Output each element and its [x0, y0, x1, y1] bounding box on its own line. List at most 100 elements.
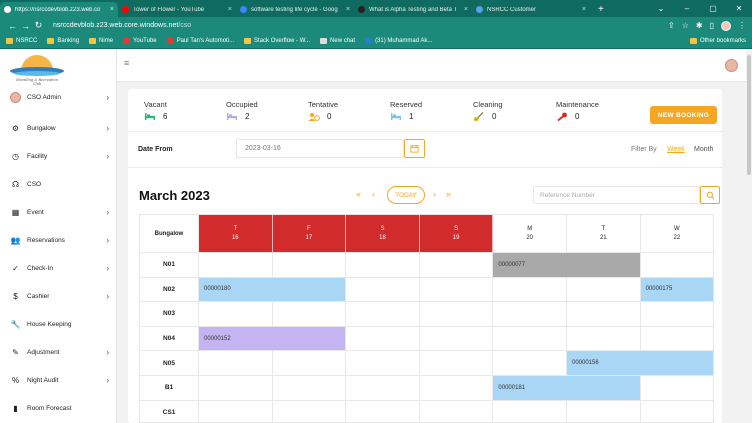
sidebar-item-facility[interactable]: ◷ Facility › — [0, 146, 117, 166]
reload-icon[interactable]: ↻ — [32, 20, 45, 31]
tab-close-icon[interactable]: × — [582, 6, 586, 13]
bookmark-item[interactable]: (31) Muhammad Ak... — [365, 38, 432, 44]
calendar-cell[interactable] — [346, 302, 420, 327]
calendar-cell[interactable] — [493, 351, 567, 376]
browser-tab[interactable]: NSRCC Customer × — [472, 2, 590, 17]
forward-icon[interactable]: → — [19, 21, 32, 31]
sidebar-item-reservations[interactable]: 👥 Reservations › — [0, 230, 117, 250]
browser-tab[interactable]: https://nsrccdevblob.z23.web.co × — [0, 2, 118, 17]
calendar-cell[interactable] — [346, 351, 420, 376]
sidebar-item-room-forecast[interactable]: ▮ Room Forecast — [0, 398, 117, 418]
calendar-cell[interactable] — [199, 376, 273, 401]
chevron-down-icon[interactable]: ⌄ — [648, 4, 674, 13]
calendar-cell[interactable] — [346, 253, 420, 278]
calendar-cell[interactable] — [419, 326, 494, 352]
calendar-cell[interactable] — [199, 302, 273, 327]
calendar-cell[interactable] — [273, 400, 347, 422]
filter-month-option[interactable]: Month — [694, 146, 713, 153]
calendar-cell[interactable] — [567, 302, 641, 327]
bookmark-item[interactable]: Banking — [47, 38, 79, 44]
calendar-cell[interactable] — [419, 351, 494, 376]
tab-close-icon[interactable]: × — [110, 6, 114, 13]
browser-tab[interactable]: What is Alpha Testing and Beta T × — [354, 2, 472, 17]
calendar-cell[interactable] — [272, 351, 347, 376]
booking-block[interactable]: 00000077 — [493, 253, 640, 277]
share-icon[interactable]: ⇪ — [668, 21, 675, 30]
other-bookmarks[interactable]: Other bookmarks — [689, 38, 746, 44]
tab-close-icon[interactable]: × — [228, 6, 232, 13]
star-icon[interactable]: ☆ — [682, 21, 689, 30]
calendar-cell[interactable] — [199, 351, 273, 376]
calendar-cell[interactable] — [641, 401, 713, 422]
bookmark-item[interactable]: Paul Tan's Automoti... — [166, 38, 234, 44]
extensions-icon[interactable]: ✱ — [696, 21, 703, 30]
date-from-input[interactable]: 2023-03-16 — [236, 139, 404, 158]
calendar-cell[interactable] — [493, 277, 567, 303]
browser-tab[interactable]: Tower of Flower - YouTube × — [118, 2, 236, 17]
sidebar-item-house-keeping[interactable]: 🔧 House Keeping — [0, 314, 117, 334]
sidebar-item-check-in[interactable]: ✓ Check-In › — [0, 258, 117, 278]
calendar-cell[interactable] — [199, 400, 273, 422]
filter-week-option[interactable]: Week — [667, 146, 685, 153]
calendar-cell[interactable] — [272, 253, 347, 278]
calendar-cell[interactable] — [567, 326, 641, 352]
bookmark-item[interactable]: YouTube — [123, 38, 157, 44]
tab-close-icon[interactable]: × — [346, 6, 350, 13]
calendar-picker-button[interactable] — [404, 139, 425, 158]
calendar-cell[interactable] — [419, 253, 494, 278]
menu-icon[interactable]: ⋮ — [738, 21, 746, 30]
calendar-cell[interactable] — [346, 277, 420, 303]
calendar-cell[interactable] — [346, 326, 420, 352]
calendar-cell[interactable] — [493, 302, 567, 327]
calendar-cell[interactable] — [640, 302, 713, 327]
double-chevron-left-icon[interactable]: « — [356, 189, 361, 199]
booking-block[interactable]: 00000181 — [493, 376, 640, 400]
chevron-right-icon[interactable]: › — [433, 189, 436, 199]
calendar-cell[interactable] — [272, 376, 347, 401]
minimize-icon[interactable]: – — [674, 4, 700, 13]
double-chevron-right-icon[interactable]: » — [446, 189, 451, 199]
maximize-icon[interactable]: ▢ — [700, 4, 726, 13]
calendar-cell[interactable] — [493, 400, 567, 422]
calendar-cell[interactable] — [419, 302, 494, 327]
calendar-cell[interactable] — [567, 277, 641, 303]
sidebar-item-adjustment[interactable]: ✎ Adjustment › — [0, 342, 117, 362]
sidebar-item-cso[interactable]: ☊ CSO — [0, 174, 117, 194]
bookmark-item[interactable]: New chat — [320, 38, 355, 44]
booking-block[interactable]: 00000156 — [567, 351, 713, 375]
chevron-left-icon[interactable]: ‹ — [372, 189, 375, 199]
calendar-cell[interactable] — [567, 400, 641, 422]
page-scrollbar[interactable] — [746, 49, 752, 423]
calendar-cell[interactable] — [419, 376, 494, 401]
user-avatar[interactable] — [725, 59, 738, 72]
sidebar-item-event[interactable]: ▦ Event › — [0, 202, 117, 222]
today-button[interactable]: TODAY — [387, 186, 425, 204]
tab-close-icon[interactable]: × — [464, 6, 468, 13]
new-tab-button[interactable]: + — [590, 2, 612, 17]
calendar-cell[interactable] — [346, 400, 420, 422]
bookmark-item[interactable]: Nime — [89, 38, 113, 44]
new-booking-button[interactable]: NEW BOOKING — [650, 106, 717, 124]
sidepanel-icon[interactable]: ▯ — [710, 21, 714, 30]
back-icon[interactable]: ← — [6, 21, 19, 31]
calendar-cell[interactable] — [493, 326, 567, 352]
address-bar[interactable]: nsrccdevblob.z23.web.core.windows.net/cs… — [53, 22, 191, 29]
calendar-cell[interactable] — [419, 277, 494, 303]
sidebar-admin[interactable]: CSO Admin › — [0, 87, 117, 107]
booking-block[interactable]: 00000180 — [199, 277, 346, 302]
reference-number-input[interactable]: Reference Number — [533, 186, 700, 204]
calendar-cell[interactable] — [640, 253, 713, 278]
calendar-cell[interactable] — [420, 400, 494, 422]
sidebar-item-bungalow[interactable]: ⚙ Bungalow › — [0, 118, 117, 138]
bookmark-item[interactable]: NSRCC — [6, 38, 37, 44]
calendar-cell[interactable] — [199, 253, 273, 278]
search-button[interactable] — [700, 186, 720, 204]
booking-block[interactable]: 00000152 — [199, 326, 346, 351]
calendar-cell[interactable] — [346, 376, 420, 401]
sidebar-item-cashier[interactable]: $ Cashier › — [0, 286, 117, 306]
browser-tab[interactable]: software testing life cycle - Goog × — [236, 2, 354, 17]
sidebar-item-night-audit[interactable]: % Night Audit › — [0, 370, 117, 390]
booking-block[interactable]: 00000175 — [640, 277, 713, 302]
calendar-cell[interactable] — [272, 302, 347, 327]
calendar-cell[interactable] — [640, 327, 713, 352]
